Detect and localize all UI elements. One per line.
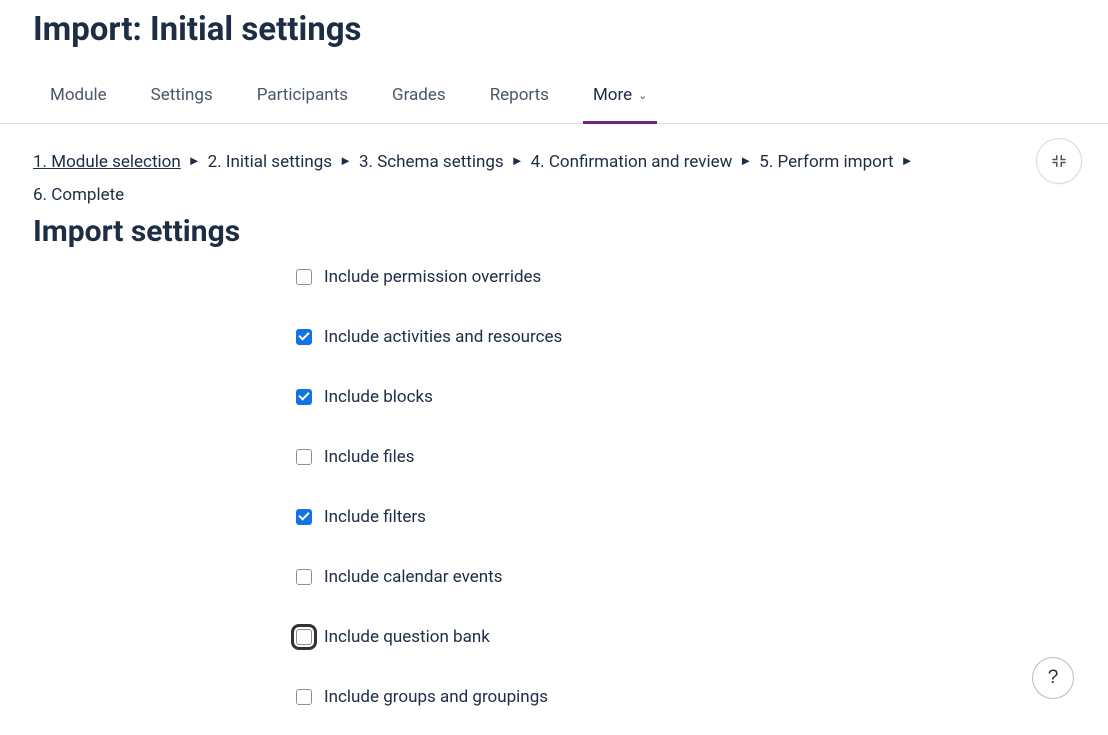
chevron-down-icon: ⌄ <box>638 89 647 102</box>
progress-step[interactable]: 1. Module selection <box>33 148 181 177</box>
checkbox-label[interactable]: Include groups and groupings <box>324 687 548 707</box>
collapse-blocks-button[interactable] <box>1036 138 1082 184</box>
checkbox-label[interactable]: Include activities and resources <box>324 327 562 347</box>
checkbox-input[interactable] <box>296 689 312 705</box>
tab-label: More <box>593 85 632 105</box>
nav-tabs: Module Settings Participants Grades Reports M… <box>0 73 1108 124</box>
checkbox-row: Include groups and groupings <box>296 687 1075 707</box>
checkbox-row: Include blocks <box>296 387 1075 407</box>
checkbox-label[interactable]: Include question bank <box>324 627 490 647</box>
import-settings-checkboxes: Include permission overrides Include acti… <box>296 267 1075 707</box>
tab-grades[interactable]: Grades <box>392 73 446 123</box>
checkbox-input[interactable] <box>296 449 312 465</box>
step-arrow-icon: ► <box>188 151 201 173</box>
progress-step: 5. Perform import <box>759 148 893 177</box>
tab-label: Settings <box>151 85 213 105</box>
checkbox-row: Include permission overrides <box>296 267 1075 287</box>
tab-label: Reports <box>490 85 549 105</box>
checkbox-label[interactable]: Include calendar events <box>324 567 503 587</box>
tab-participants[interactable]: Participants <box>257 73 348 123</box>
tab-label: Grades <box>392 85 446 105</box>
checkbox-input[interactable] <box>296 329 312 345</box>
checkbox-label[interactable]: Include filters <box>324 507 426 527</box>
checkbox-label[interactable]: Include files <box>324 447 415 467</box>
progress-step: 4. Confirmation and review <box>531 148 733 177</box>
checkbox-row: Include calendar events <box>296 567 1075 587</box>
step-arrow-icon: ► <box>511 151 524 173</box>
checkbox-input[interactable] <box>296 509 312 525</box>
section-title: Import settings <box>33 214 1075 249</box>
checkbox-input[interactable] <box>296 269 312 285</box>
progress-step: 3. Schema settings <box>359 148 504 177</box>
progress-step: 2. Initial settings <box>208 148 332 177</box>
progress-step: 6. Complete <box>33 181 124 210</box>
main-content: 1. Module selection ► 2. Initial settings ►… <box>0 124 1108 707</box>
step-arrow-icon: ► <box>339 151 352 173</box>
tab-reports[interactable]: Reports <box>490 73 549 123</box>
help-button[interactable]: ? <box>1032 657 1074 699</box>
import-progress-steps: 1. Module selection ► 2. Initial settings ►… <box>33 148 973 210</box>
tab-label: Participants <box>257 85 348 105</box>
checkbox-label[interactable]: Include blocks <box>324 387 433 407</box>
step-arrow-icon: ► <box>739 151 752 173</box>
tab-more[interactable]: More ⌄ <box>593 73 647 123</box>
checkbox-input[interactable] <box>296 569 312 585</box>
help-icon: ? <box>1048 667 1059 689</box>
tab-settings[interactable]: Settings <box>151 73 213 123</box>
collapse-icon <box>1050 152 1068 170</box>
page-title: Import: Initial settings <box>0 0 1108 49</box>
checkbox-row: Include files <box>296 447 1075 467</box>
checkbox-input[interactable] <box>296 629 312 645</box>
tab-label: Module <box>50 85 107 105</box>
checkbox-row: Include filters <box>296 507 1075 527</box>
step-arrow-icon: ► <box>901 151 914 173</box>
checkbox-label[interactable]: Include permission overrides <box>324 267 541 287</box>
tab-module[interactable]: Module <box>50 73 107 123</box>
checkbox-input[interactable] <box>296 389 312 405</box>
checkbox-row: Include activities and resources <box>296 327 1075 347</box>
checkbox-row: Include question bank <box>296 627 1075 647</box>
